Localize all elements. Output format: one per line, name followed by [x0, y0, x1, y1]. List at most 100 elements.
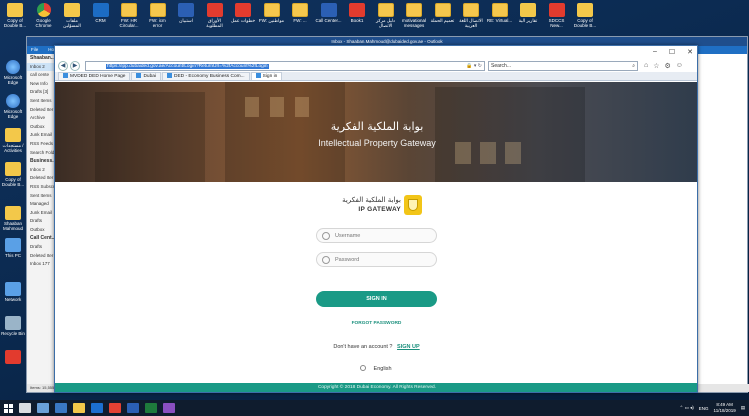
desktop-icon[interactable]: Copy of Double B... — [572, 3, 598, 28]
notifications-icon[interactable]: ▤ — [741, 405, 745, 411]
search-icon[interactable]: ⌕ — [632, 62, 635, 71]
folder-item[interactable]: Sent Items — [27, 192, 54, 201]
file-explorer-icon[interactable] — [73, 403, 85, 413]
desktop-icon[interactable]: CRM — [88, 3, 114, 23]
desktop-icon[interactable]: Copy of Double B... — [0, 162, 26, 187]
outlook-icon[interactable] — [91, 403, 103, 413]
task-view-icon[interactable] — [37, 403, 49, 413]
address-bar[interactable]: https://ipp.dubaided.gov.ae/Account/Logi… — [85, 61, 485, 71]
address-url[interactable]: https://ipp.dubaided.gov.ae/Account/Logi… — [106, 64, 269, 69]
folder-item[interactable]: Inbox 2 — [27, 62, 54, 72]
desktop-icon[interactable]: Book1 — [344, 3, 370, 23]
password-input[interactable] — [335, 255, 431, 265]
browser-tab[interactable]: Sign in — [250, 72, 283, 80]
forgot-password-link[interactable]: FORGOT PASSWORD — [316, 321, 437, 326]
desktop-icon[interactable]: مستجدات / Activities — [0, 128, 26, 153]
folder-item[interactable]: Archive — [27, 114, 54, 123]
sign-up-link[interactable]: SIGN UP — [397, 344, 420, 350]
password-field[interactable] — [316, 252, 437, 267]
folder-item[interactable]: New Info — [27, 80, 54, 89]
folder-item[interactable]: Outbox — [27, 226, 54, 235]
browser-tab[interactable]: MVDED DED Home Page — [58, 72, 131, 80]
minimize-icon[interactable]: – — [653, 48, 657, 60]
desktop-icon[interactable]: Recycle Bin — [0, 316, 26, 336]
maximize-icon[interactable]: ☐ — [669, 48, 675, 60]
language-label[interactable]: English — [374, 366, 392, 372]
folder-item[interactable]: Outbox — [27, 123, 54, 132]
browser-tab[interactable]: Dubai — [131, 72, 161, 80]
sign-in-button[interactable]: SIGN IN — [316, 291, 437, 307]
folder-item[interactable]: Drafts — [27, 243, 54, 252]
desktop-icon[interactable]: Microsoft Edge — [0, 60, 26, 85]
folder-item[interactable]: Drafts — [27, 217, 54, 226]
folder-item[interactable]: Junk Email — [27, 131, 54, 140]
desktop-icon[interactable]: Network — [0, 282, 26, 302]
desktop-icon[interactable]: دليل مركز الاتصال — [373, 3, 399, 28]
tray-icons[interactable]: ⌃ ▭ ◂) — [679, 405, 693, 411]
folder-item[interactable]: Shaaban... — [27, 54, 54, 63]
app-icon[interactable] — [163, 403, 175, 413]
folder-item[interactable]: Sent Items — [27, 97, 54, 106]
tab-label[interactable]: MVDED DED Home Page — [70, 74, 125, 79]
search-placeholder[interactable]: Search... — [491, 63, 511, 69]
desktop-icon[interactable]: تعميم الحملة — [430, 3, 456, 23]
ribbon-tab[interactable]: File — [31, 47, 38, 52]
input-language[interactable]: ENG — [699, 406, 709, 411]
username-field[interactable] — [316, 228, 437, 243]
desktop-icon[interactable]: ملفات المسؤلين — [59, 3, 85, 28]
desktop-icon[interactable]: Google Chrome — [31, 3, 57, 28]
desktop-icon[interactable]: الأوراق المطلوبة — [202, 3, 228, 28]
home-icon[interactable]: ⌂ — [644, 62, 648, 70]
desktop-icon[interactable] — [0, 350, 26, 365]
folder-item[interactable]: RSS Feeds — [27, 140, 54, 149]
tab-label[interactable]: DED - Economy Business Com... — [174, 74, 245, 79]
desktop-icon[interactable]: This PC — [0, 238, 26, 258]
browser-tab[interactable]: DED - Economy Business Com... — [162, 72, 250, 80]
desktop-icon[interactable]: motivational messages — [401, 3, 427, 28]
desktop-icon[interactable]: Call Center... — [316, 3, 342, 23]
folder-item[interactable]: Inbox 177 — [27, 260, 54, 269]
folder-item[interactable]: Drafts [3] — [27, 88, 54, 97]
search-icon[interactable] — [19, 403, 31, 413]
folder-item[interactable]: Business... — [27, 157, 54, 166]
desktop-icon[interactable]: FW: icm error — [145, 3, 171, 28]
folder-item[interactable]: Deleted Iter — [27, 106, 54, 115]
desktop-icon[interactable]: Copy of Double B... — [2, 3, 28, 28]
excel-icon[interactable] — [145, 403, 157, 413]
username-input[interactable] — [335, 231, 431, 241]
chrome-icon[interactable] — [109, 403, 121, 413]
search-box[interactable]: Search... ⌕ — [488, 61, 638, 71]
back-button[interactable]: ◀ — [58, 61, 68, 71]
folder-item[interactable]: Deleted Iter — [27, 174, 54, 183]
folder-item[interactable]: Search Fold — [27, 149, 54, 158]
desktop-icon[interactable]: خطوات عمل — [230, 3, 256, 23]
forward-button[interactable]: ▶ — [70, 61, 80, 71]
desktop-icon[interactable]: FW: HR Circular... — [116, 3, 142, 28]
desktop-icon[interactable]: Shaaban Mahmoud — [0, 206, 26, 231]
desktop-icon[interactable]: RE: Virtual... — [487, 3, 513, 23]
folder-item[interactable]: RSS Subscr — [27, 183, 54, 192]
folder-item[interactable]: Junk Email — [27, 209, 54, 218]
close-icon[interactable]: ✕ — [687, 48, 693, 60]
desktop-icon[interactable]: FW: ... — [287, 3, 313, 23]
start-button[interactable] — [0, 400, 16, 416]
language-selector[interactable]: English — [360, 365, 392, 372]
desktop-icon[interactable]: FW: مواطنين — [259, 3, 285, 23]
folder-item[interactable]: Managed — [27, 200, 54, 209]
ie-icon[interactable] — [55, 403, 67, 413]
word-icon[interactable] — [127, 403, 139, 413]
tab-label[interactable]: Dubai — [143, 74, 156, 79]
desktop-icon[interactable]: تقارير الية — [515, 3, 541, 23]
tab-label[interactable]: Sign in — [263, 74, 278, 79]
favorites-icon[interactable]: ☆ — [653, 62, 659, 70]
folder-item[interactable]: Inbox 2 — [27, 166, 54, 175]
desktop-icon[interactable]: Microsoft Edge — [0, 94, 26, 119]
folder-item[interactable]: Call Cent... — [27, 234, 54, 243]
desktop-icon[interactable]: الاتصال اللغة العربية — [458, 3, 484, 28]
desktop-icon[interactable]: استبيان — [173, 3, 199, 23]
settings-icon[interactable]: ⚙ — [665, 62, 671, 70]
smiley-icon[interactable]: ☺ — [676, 62, 683, 70]
folder-item[interactable]: Deleted Iter — [27, 252, 54, 261]
lock-refresh-icon[interactable]: 🔒 ▾ ↻ — [466, 62, 482, 71]
clock[interactable]: 8:49 AM 11/18/2019 — [714, 402, 736, 414]
